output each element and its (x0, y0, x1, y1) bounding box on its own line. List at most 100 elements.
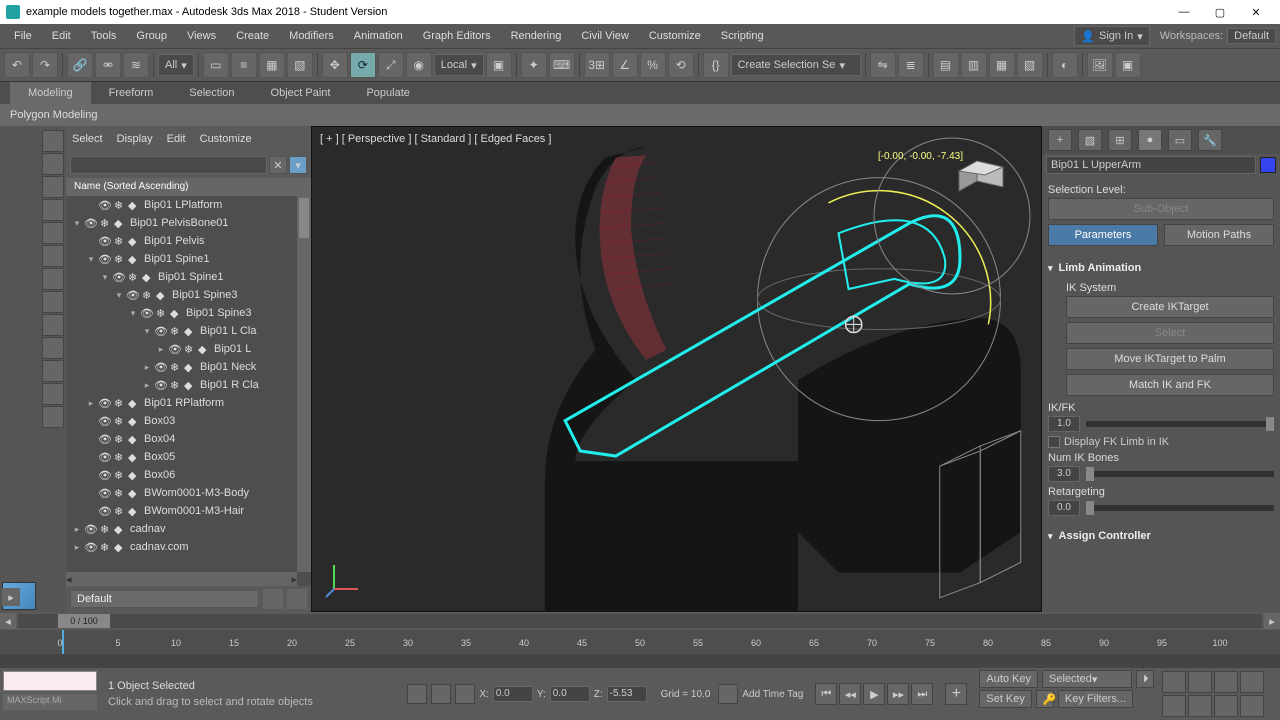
setkey-toggle[interactable]: Set Key (979, 690, 1032, 708)
window-crossing-button[interactable]: ▧ (287, 52, 313, 78)
display-hidden-icon[interactable] (42, 406, 64, 428)
scene-row[interactable]: ▸👁❄◆Bip01 Neck (66, 358, 311, 376)
scene-scrollbar-h[interactable]: ◂▸ (66, 572, 297, 586)
spinner-snap-button[interactable]: ⟲ (668, 52, 694, 78)
scene-row[interactable]: ▾👁❄◆Bip01 Spine3 (66, 286, 311, 304)
scene-filter-input[interactable] (70, 156, 267, 174)
angle-snap-button[interactable]: ∠ (612, 52, 638, 78)
display-geometry-icon[interactable] (42, 153, 64, 175)
autokey-toggle[interactable]: Auto Key (979, 670, 1038, 688)
zoom-extents-button[interactable] (1214, 671, 1238, 693)
place-button[interactable]: ◉ (406, 52, 432, 78)
orbit-button[interactable] (1214, 695, 1238, 717)
scene-row[interactable]: ▸👁❄◆Bip01 RPlatform (66, 394, 311, 412)
align-button[interactable]: ≣ (898, 52, 924, 78)
motion-tab-icon[interactable]: ● (1138, 129, 1162, 151)
menu-customize[interactable]: Customize (639, 24, 711, 48)
create-iktarget-button[interactable]: Create IKTarget (1066, 296, 1274, 318)
numik-slider[interactable] (1086, 471, 1274, 477)
display-bone-icon[interactable] (42, 337, 64, 359)
display-lights-icon[interactable] (42, 199, 64, 221)
active-layer-select[interactable]: Default (70, 590, 259, 608)
time-slider-track[interactable]: 0 / 100 (18, 614, 1262, 628)
scene-row[interactable]: ▸👁❄◆Bip01 L (66, 340, 311, 358)
scene-row[interactable]: 👁❄◆Box06 (66, 466, 311, 484)
scene-row[interactable]: 👁❄◆Bip01 Pelvis (66, 232, 311, 250)
scene-row[interactable]: ▸👁❄◆cadnav (66, 520, 311, 538)
maximize-viewport-button[interactable] (1240, 695, 1264, 717)
scene-row[interactable]: ▾👁❄◆Bip01 Spine3 (66, 304, 311, 322)
layer-properties-button[interactable] (263, 589, 283, 609)
redo-button[interactable]: ↷ (32, 52, 58, 78)
menu-views[interactable]: Views (177, 24, 226, 48)
next-frame-button[interactable]: ▸▸ (887, 683, 909, 705)
menu-modifiers[interactable]: Modifiers (279, 24, 344, 48)
scene-row[interactable]: 👁❄◆Box05 (66, 448, 311, 466)
key-mode-select[interactable]: Selected ▾ (1042, 670, 1132, 688)
zoom-extents-all-button[interactable] (1240, 671, 1264, 693)
time-slider-next[interactable]: ▸ (1264, 613, 1280, 629)
play-button[interactable]: ▶ (863, 683, 885, 705)
rotate-button[interactable]: ⟳ (350, 52, 376, 78)
hierarchy-tab-icon[interactable]: ⊞ (1108, 129, 1132, 151)
selection-lock-button[interactable] (431, 684, 451, 704)
time-tag-icon[interactable] (718, 684, 738, 704)
scene-row[interactable]: ▸👁❄◆Bip01 R Cla (66, 376, 311, 394)
rect-region-button[interactable]: ▦ (259, 52, 285, 78)
material-editor-button[interactable]: ◐ (1052, 52, 1078, 78)
x-value[interactable]: 0.0 (493, 686, 533, 702)
percent-snap-button[interactable]: % (640, 52, 666, 78)
ikfk-slider[interactable] (1086, 421, 1274, 427)
ribbon-tab-selection[interactable]: Selection (171, 82, 252, 104)
match-ikfk-button[interactable]: Match IK and FK (1066, 374, 1274, 396)
bind-button[interactable]: ≋ (123, 52, 149, 78)
scene-tree[interactable]: 👁❄◆Bip01 LPlatform▾👁❄◆Bip01 PelvisBone01… (66, 196, 311, 586)
scene-menu-customize[interactable]: Customize (200, 133, 252, 145)
time-slider-prev[interactable]: ◂ (0, 613, 16, 629)
scene-row[interactable]: ▾👁❄◆Bip01 PelvisBone01 (66, 214, 311, 232)
display-spacewarps-icon[interactable] (42, 268, 64, 290)
move-iktarget-button[interactable]: Move IKTarget to Palm (1066, 348, 1274, 370)
ref-coord-system[interactable]: Local ▾ (434, 54, 484, 76)
scene-menu-edit[interactable]: Edit (167, 133, 186, 145)
menu-file[interactable]: File (4, 24, 42, 48)
link-button[interactable]: 🔗 (67, 52, 93, 78)
menu-create[interactable]: Create (226, 24, 279, 48)
key-default-icon[interactable]: 🔑 (1036, 690, 1054, 708)
pivot-button[interactable]: ▣ (486, 52, 512, 78)
clear-filter-button[interactable]: ✕ (269, 156, 287, 174)
scene-row[interactable]: 👁❄◆BWom0001-M3-Body (66, 484, 311, 502)
maximize-button[interactable]: ▢ (1202, 0, 1238, 24)
zoom-button[interactable] (1162, 671, 1186, 693)
object-color-swatch[interactable] (1260, 157, 1276, 173)
menu-civil-view[interactable]: Civil View (571, 24, 638, 48)
ribbon-tab-freeform[interactable]: Freeform (91, 82, 172, 104)
scene-menu-display[interactable]: Display (117, 133, 153, 145)
zoom-region-button[interactable] (1162, 695, 1186, 717)
signin-dropdown[interactable]: 👤 Sign In ▾ (1074, 26, 1149, 46)
menu-rendering[interactable]: Rendering (501, 24, 572, 48)
z-value[interactable]: -5.53 (607, 686, 647, 702)
ribbon-tab-objectpaint[interactable]: Object Paint (253, 82, 349, 104)
ribbon-tab-modeling[interactable]: Modeling (10, 82, 91, 104)
coord-display-mode-button[interactable] (455, 684, 475, 704)
scene-column-header[interactable]: Name (Sorted Ascending) (66, 178, 311, 196)
render-setup-button[interactable]: 🖼 (1087, 52, 1113, 78)
y-value[interactable]: 0.0 (550, 686, 590, 702)
prev-frame-button[interactable]: ◂◂ (839, 683, 861, 705)
display-tab-icon[interactable]: ▭ (1168, 129, 1192, 151)
minimize-button[interactable]: — (1166, 0, 1202, 24)
select-iktarget-button[interactable]: Select (1066, 322, 1274, 344)
ribbon-panel-label[interactable]: Polygon Modeling (10, 109, 97, 121)
time-slider-handle[interactable]: 0 / 100 (58, 614, 110, 628)
curve-editor-button[interactable]: ▦ (989, 52, 1015, 78)
display-helpers-icon[interactable] (42, 245, 64, 267)
menu-edit[interactable]: Edit (42, 24, 81, 48)
scene-row[interactable]: 👁❄◆Bip01 LPlatform (66, 196, 311, 214)
named-selection-set[interactable]: Create Selection Se ▾ (731, 54, 861, 76)
select-name-button[interactable]: ≡ (231, 52, 257, 78)
scene-scrollbar-v[interactable] (297, 196, 311, 572)
zoom-all-button[interactable] (1188, 671, 1212, 693)
modify-tab-icon[interactable]: ▧ (1078, 129, 1102, 151)
move-button[interactable]: ✥ (322, 52, 348, 78)
